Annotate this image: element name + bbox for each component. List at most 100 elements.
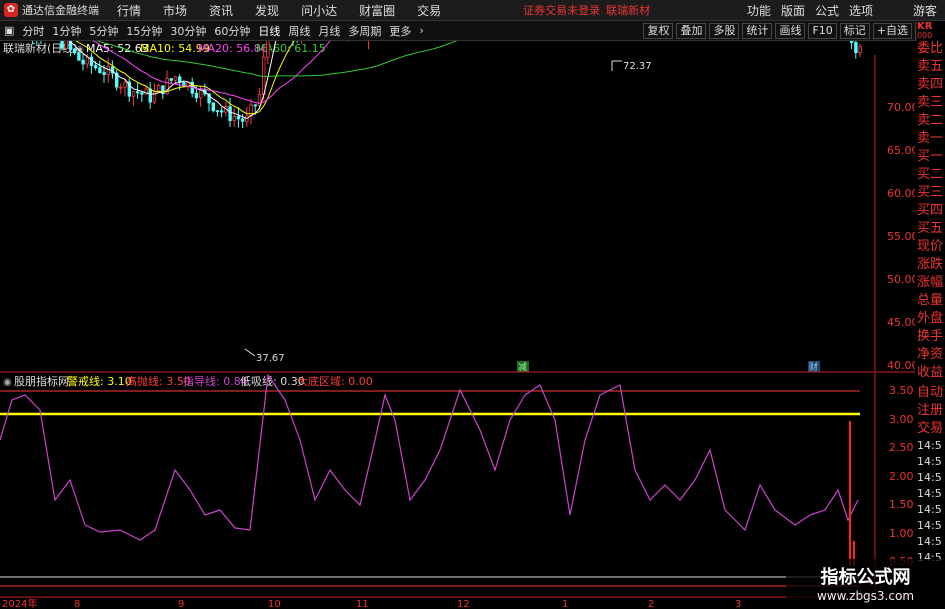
quote-row-label: 净资 — [917, 347, 944, 362]
stats-button[interactable]: 统计 — [742, 22, 773, 39]
overlay-button[interactable]: 叠加 — [676, 22, 707, 39]
user-guest[interactable]: 游客 — [913, 2, 937, 19]
quote-row-label: 卖三 — [917, 95, 944, 110]
menu-discover[interactable]: 发现 — [255, 2, 279, 19]
candle-body — [131, 91, 136, 97]
candle-body — [73, 48, 77, 54]
tab-daily[interactable]: 日线 — [254, 23, 284, 39]
tab-multi[interactable]: 多周期 — [344, 23, 385, 39]
indicator-tick: 1.50 — [889, 498, 914, 511]
quote-row-label: 卖四 — [917, 77, 944, 92]
low-price-label: 37.67 — [256, 353, 285, 364]
candle-body — [89, 56, 94, 67]
tab-weekly[interactable]: 周线 — [284, 23, 314, 39]
candle-body — [98, 67, 102, 73]
indicator-tick: 3.50 — [889, 384, 914, 397]
menu-ask[interactable]: 问小达 — [301, 2, 337, 19]
menu-formula[interactable]: 公式 — [815, 2, 839, 19]
date-tick: 12 — [457, 599, 470, 609]
menu-trade[interactable]: 交易 — [417, 2, 441, 19]
indicator-name: 股朋指标网 — [14, 374, 69, 388]
adjust-button[interactable]: 复权 — [643, 22, 674, 39]
draw-button[interactable]: 画线 — [775, 22, 806, 39]
quote-side-panel: KR 000 委比 卖五 卖四 卖三 卖二 卖一 买一 买二 买三 买四 买五 … — [917, 21, 945, 441]
indicator-tick: 3.00 — [889, 413, 914, 426]
tab-more[interactable]: 更多 — [385, 23, 415, 39]
date-tick: 10 — [268, 599, 281, 609]
candle-body — [81, 59, 85, 65]
price-axis: 70.00 65.00 60.00 55.00 50.00 45.00 40.0… — [874, 55, 915, 372]
mark-button[interactable]: 标记 — [839, 22, 870, 39]
menu-function[interactable]: 功能 — [747, 2, 771, 19]
toolbar-right: 复权 叠加 多股 统计 画线 F10 标记 +自选 返回 — [640, 22, 945, 39]
candle-body — [148, 88, 152, 103]
candle-body — [119, 86, 123, 89]
indicator-dropdown-icon[interactable]: ◉ — [3, 377, 12, 388]
quote-row-label: 卖一 — [917, 131, 944, 146]
quote-row-label: 买一 — [917, 149, 944, 164]
indicator-high: 高抛线: 3.50 — [126, 374, 191, 388]
candle-body — [236, 116, 241, 120]
add-watchlist-button[interactable]: +自选 — [872, 22, 912, 39]
quote-row-label: 买五 — [917, 221, 944, 236]
high-price-label: 72.37 — [623, 61, 652, 72]
menu-news[interactable]: 资讯 — [209, 2, 233, 19]
register-label[interactable]: 注册 — [917, 402, 945, 420]
menu-market[interactable]: 市场 — [163, 2, 187, 19]
price-tick: 45.00 — [887, 316, 915, 329]
menu-layout[interactable]: 版面 — [781, 2, 805, 19]
menu-right: 功能 版面 公式 选项 游客 — [737, 2, 945, 19]
tab-15min[interactable]: 15分钟 — [122, 23, 166, 39]
menu-options[interactable]: 选项 — [849, 2, 873, 19]
event-finance-marker[interactable]: 财 — [809, 361, 818, 373]
candle-body — [219, 110, 224, 113]
candle-body — [194, 92, 199, 99]
date-tick: 11 — [356, 599, 369, 609]
indicator-tick: 2.00 — [889, 470, 914, 483]
candle-body — [850, 41, 854, 43]
chevron-right-icon[interactable]: › — [415, 24, 427, 37]
indicator-warn: 警戒线: 3.10 — [67, 374, 132, 388]
tick-time: 14:5 — [917, 503, 942, 516]
price-tick: 65.00 — [887, 144, 915, 157]
candle-body — [232, 116, 236, 121]
f10-button[interactable]: F10 — [808, 22, 837, 39]
watermark-title: 指标公式网 — [820, 567, 911, 588]
tab-60min[interactable]: 60分钟 — [210, 23, 254, 39]
tab-monthly[interactable]: 月线 — [314, 23, 344, 39]
quote-row-label: 换手 — [917, 329, 944, 344]
candle-body — [94, 65, 98, 69]
price-tick: 60.00 — [887, 187, 915, 200]
multi-stock-button[interactable]: 多股 — [709, 22, 740, 39]
kline-chart[interactable]: 联瑞新材(日线) ◉ MA5: 52.63 MA10: 54.99 MA20: … — [0, 41, 915, 609]
quote-row-label: 涨跌 — [917, 257, 944, 272]
candle-body — [854, 42, 858, 54]
candle-body — [169, 78, 173, 81]
bottom-signal-bar — [849, 421, 855, 566]
candle-body — [215, 110, 220, 113]
auto-trade-label[interactable]: 自动 — [917, 384, 945, 402]
tab-5min[interactable]: 5分钟 — [85, 23, 122, 39]
menu-quotes[interactable]: 行情 — [117, 2, 141, 19]
quote-row-label: 委比 — [917, 41, 944, 56]
quote-row-label: 买四 — [917, 203, 944, 218]
tab-30min[interactable]: 30分钟 — [166, 23, 210, 39]
menu-wealth[interactable]: 财富圈 — [359, 2, 395, 19]
tick-time: 14:5 — [917, 455, 942, 468]
date-tick: 9 — [178, 599, 184, 609]
tab-timeshare[interactable]: 分时 — [18, 23, 48, 39]
quote-row-label: 现价 — [917, 239, 944, 254]
trade-side-panel: 自动 注册 交易 14:5 14:5 14:5 14:5 14:5 14:5 1… — [917, 384, 945, 584]
candle-body — [85, 56, 89, 65]
toolbar-menu-icon[interactable]: ▣ — [0, 24, 18, 37]
date-tick: 2024年 — [2, 597, 37, 609]
tab-1min[interactable]: 1分钟 — [48, 23, 85, 39]
trade-label[interactable]: 交易 — [917, 420, 945, 438]
tick-time: 14:5 — [917, 471, 942, 484]
event-reduce-marker[interactable]: 减 — [518, 361, 527, 373]
quote-row-label: 涨幅 — [917, 275, 944, 290]
quote-row-label: 总量 — [917, 293, 944, 308]
login-notice[interactable]: 证券交易未登录 — [523, 2, 600, 18]
candle-body — [140, 92, 144, 95]
candle-body — [173, 76, 178, 81]
